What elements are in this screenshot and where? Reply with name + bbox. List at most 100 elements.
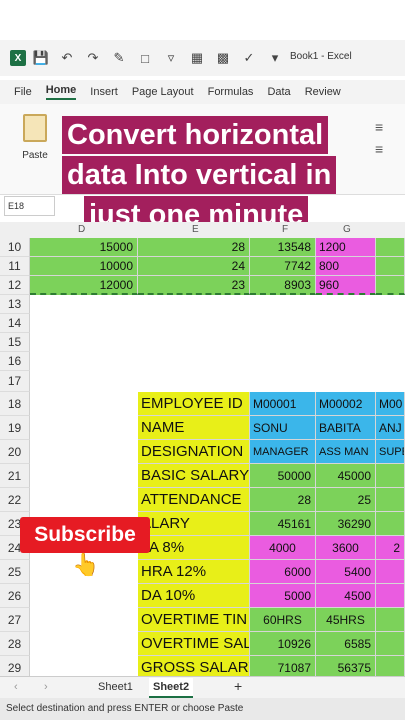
cell[interactable]: 4500 [316, 584, 376, 608]
undo-icon[interactable]: ↶ [56, 47, 78, 69]
cell[interactable]: 13548 [250, 238, 316, 257]
add-sheet-icon[interactable]: + [234, 678, 242, 694]
cell[interactable]: 5400 [316, 560, 376, 584]
row-number[interactable]: 20 [0, 440, 30, 464]
cell[interactable]: 6585 [316, 632, 376, 656]
row-number[interactable]: 11 [0, 257, 30, 276]
cell[interactable]: 800 [316, 257, 376, 276]
cell[interactable]: HRA 12% [138, 560, 250, 584]
cell[interactable]: MANAGER [250, 440, 316, 464]
prev-sheet-icon[interactable]: ‹ [14, 681, 18, 693]
spreadsheet-grid[interactable]: 10 15000 28 13548 1200 11 10000 24 7742 … [0, 238, 405, 676]
cell[interactable]: 50000 [250, 464, 316, 488]
tab-sheet2[interactable]: Sheet2 [149, 678, 194, 698]
cell[interactable]: ANJ [376, 416, 405, 440]
row-number[interactable]: 10 [0, 238, 30, 257]
cell[interactable]: M00002 [316, 392, 376, 416]
cell[interactable]: 45161 [250, 512, 316, 536]
next-sheet-icon[interactable]: › [44, 681, 48, 693]
filter-icon[interactable]: ▿ [160, 47, 182, 69]
subscribe-button[interactable]: Subscribe [20, 517, 150, 553]
cell[interactable]: SUPE [376, 440, 405, 464]
row-number[interactable]: 13 [0, 295, 30, 314]
align-icon[interactable]: ≡ ≡ [375, 116, 383, 160]
cell[interactable]: DA 10% [138, 584, 250, 608]
cell[interactable]: 4000 [250, 536, 316, 560]
cell[interactable]: 7742 [250, 257, 316, 276]
cell[interactable]: 60HRS [250, 608, 316, 632]
row-number[interactable]: 16 [0, 352, 30, 371]
cell[interactable]: 5000 [250, 584, 316, 608]
cell[interactable]: 36290 [316, 512, 376, 536]
cell[interactable]: ASS MAN [316, 440, 376, 464]
cell[interactable]: 71087 [250, 656, 316, 676]
name-box[interactable]: E18 [4, 196, 55, 216]
tab-sheet1[interactable]: Sheet1 [98, 681, 133, 693]
tab-formulas[interactable]: Formulas [208, 86, 254, 98]
row-number[interactable]: 14 [0, 314, 30, 333]
cell[interactable]: ALARY [138, 512, 250, 536]
cell[interactable] [376, 632, 405, 656]
cell[interactable]: BABITA [316, 416, 376, 440]
cell[interactable]: 2 [376, 536, 405, 560]
cell[interactable] [376, 464, 405, 488]
tab-file[interactable]: File [14, 86, 32, 98]
cell[interactable]: 960 [316, 276, 376, 295]
col-header-d[interactable]: D [78, 224, 85, 235]
cell[interactable]: DESIGNATION [138, 440, 250, 464]
col-header-g[interactable]: G [343, 224, 351, 235]
row-number[interactable]: 25 [0, 560, 30, 584]
grid-icon[interactable]: ▦ [186, 47, 208, 69]
customize-icon[interactable]: ▾ [264, 47, 286, 69]
cell[interactable] [376, 560, 405, 584]
cell[interactable]: 10926 [250, 632, 316, 656]
row-number[interactable]: 29 [0, 656, 30, 676]
row-number[interactable]: 19 [0, 416, 30, 440]
row-number[interactable]: 26 [0, 584, 30, 608]
cell[interactable]: 45HRS [316, 608, 376, 632]
cell[interactable]: M00001 [250, 392, 316, 416]
cell[interactable]: 56375 [316, 656, 376, 676]
cell[interactable]: BASIC SALARY [138, 464, 250, 488]
cell[interactable]: GROSS SALARY [138, 656, 250, 676]
print-preview-icon[interactable]: □ [134, 47, 156, 69]
tab-insert[interactable]: Insert [90, 86, 118, 98]
row-number[interactable]: 27 [0, 608, 30, 632]
cell[interactable]: M00 [376, 392, 405, 416]
cell[interactable] [376, 257, 405, 276]
cell[interactable]: 45000 [316, 464, 376, 488]
redo-icon[interactable]: ↷ [82, 47, 104, 69]
cell[interactable]: TA 8% [138, 536, 250, 560]
cell[interactable]: 8903 [250, 276, 316, 295]
tab-review[interactable]: Review [305, 86, 341, 98]
cell[interactable]: 25 [316, 488, 376, 512]
col-header-f[interactable]: F [282, 224, 288, 235]
cell[interactable]: 6000 [250, 560, 316, 584]
row-number[interactable]: 17 [0, 371, 30, 392]
cell[interactable]: 12000 [30, 276, 138, 295]
row-number[interactable]: 21 [0, 464, 30, 488]
cell[interactable]: SONU [250, 416, 316, 440]
cell[interactable]: ATTENDANCE [138, 488, 250, 512]
cell[interactable]: NAME [138, 416, 250, 440]
tab-data[interactable]: Data [267, 86, 290, 98]
row-number[interactable]: 28 [0, 632, 30, 656]
row-number[interactable]: 22 [0, 488, 30, 512]
spelling-icon[interactable]: ✓ [238, 47, 260, 69]
row-number[interactable]: 15 [0, 333, 30, 352]
tab-page-layout[interactable]: Page Layout [132, 86, 194, 98]
paste-button[interactable]: Paste [20, 114, 50, 161]
cell[interactable]: 3600 [316, 536, 376, 560]
cell[interactable]: 23 [138, 276, 250, 295]
cell[interactable]: 1200 [316, 238, 376, 257]
cell[interactable] [376, 276, 405, 295]
row-number[interactable]: 12 [0, 276, 30, 295]
cell[interactable] [376, 512, 405, 536]
cell[interactable] [376, 488, 405, 512]
tab-home[interactable]: Home [45, 84, 77, 100]
cell[interactable]: 10000 [30, 257, 138, 276]
cell[interactable]: OVERTIME TIN [138, 608, 250, 632]
cell[interactable]: 28 [250, 488, 316, 512]
cell[interactable] [376, 238, 405, 257]
cell[interactable] [376, 656, 405, 676]
